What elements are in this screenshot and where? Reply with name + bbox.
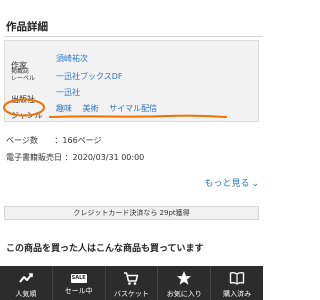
nav-item-basket[interactable]: バスケット [106, 266, 159, 300]
release-row: 電子書籍販売日 ：2020/03/31 00:00 [6, 152, 144, 163]
recommendation-title: この商品を買った人はこんな商品も買っています [6, 244, 204, 254]
sale-icon: SALE [70, 274, 87, 283]
section-title: 作品詳細 [6, 21, 48, 33]
bottom-nav: 人気順 SALE セール中 バスケット お気に入り 購入済み [0, 266, 263, 300]
details-box: 作家 須崎祐次 掲載誌 レーベル 一迅社ブックスDF 出版社 一迅社 ジャンル … [4, 40, 259, 122]
genre-link-simulpub[interactable]: サイマル配信 [109, 104, 157, 113]
label-label-line1: 掲載誌 [11, 68, 30, 75]
label-row: 掲載誌 レーベル 一迅社ブックスDF [11, 68, 123, 82]
genre-label: ジャンル [11, 111, 43, 120]
release-value: ：2020/03/31 00:00 [64, 153, 145, 162]
nav-item-purchased[interactable]: 購入済み [211, 266, 263, 300]
nav-item-favorites[interactable]: お気に入り [158, 266, 212, 300]
nav-label-favorites: お気に入り [166, 290, 202, 298]
genre-link-art[interactable]: 美術 [83, 104, 99, 113]
section-divider [4, 36, 263, 37]
release-label: 電子書籍販売日 [6, 153, 62, 162]
trend-icon [19, 273, 33, 283]
author-link[interactable]: 須崎祐次 [56, 53, 88, 64]
pages-label: ページ数 [6, 136, 38, 145]
nav-label-sale: セール中 [64, 287, 93, 295]
nav-label-purchased: 購入済み [223, 290, 252, 298]
nav-label-popular: 人気順 [15, 290, 37, 298]
publisher-link[interactable]: 一迅社 [56, 87, 80, 98]
book-icon [229, 272, 245, 285]
genre-row: ジャンル 趣味 美術 サイマル配信 [11, 103, 157, 122]
genre-link-hobby[interactable]: 趣味 [56, 104, 72, 113]
pages-value: ：166ページ [54, 136, 102, 145]
credit-card-points-banner: クレジットカード決済なら 29pt獲得 [4, 206, 259, 220]
more-link-label: もっと見る [204, 179, 250, 189]
nav-item-sale[interactable]: SALE セール中 [53, 266, 106, 300]
genre-list: 趣味 美術 サイマル配信 [56, 103, 165, 114]
more-link[interactable]: もっと見る ⌄ [204, 176, 259, 189]
cart-icon [124, 272, 139, 285]
nav-label-basket: バスケット [113, 290, 149, 298]
label-link[interactable]: 一迅社ブックスDF [56, 71, 123, 82]
pages-row: ページ数 ：166ページ [6, 135, 102, 146]
label-label-line2: レーベル [11, 75, 36, 82]
chevron-down-icon: ⌄ [251, 179, 259, 189]
nav-item-popular[interactable]: 人気順 [0, 266, 53, 300]
star-icon [177, 271, 192, 285]
